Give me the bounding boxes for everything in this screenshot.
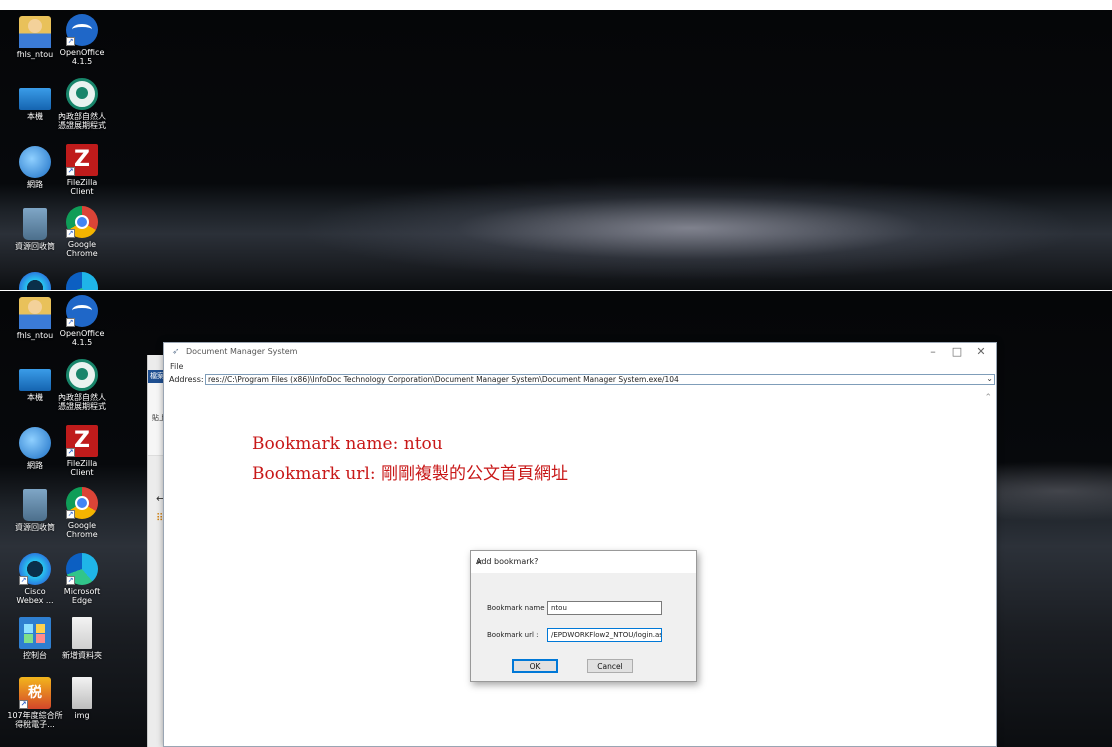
bookmark-url-value: /EPDWORKFlow2_NTOU/login.aspx — [551, 631, 662, 639]
desktop-icon-recycle-bin[interactable]: 資源回收筒 — [10, 489, 60, 532]
recycle-bin-icon — [23, 208, 47, 240]
edge-icon: ↗ — [66, 553, 98, 585]
user-folder-icon — [19, 16, 51, 48]
bookmark-url-label: Bookmark url : — [487, 631, 539, 639]
app-logo-icon: ➶ — [172, 347, 180, 357]
address-value: res://C:\Program Files (x86)\InfoDoc Tec… — [208, 375, 679, 384]
computer-icon — [19, 369, 51, 391]
minimize-button[interactable]: – — [922, 344, 944, 360]
filezilla-icon: Z ↗ — [66, 144, 98, 176]
shortcut-arrow-icon: ↗ — [66, 576, 75, 585]
desktop-icon-this-pc[interactable]: 本機 — [10, 363, 60, 402]
shortcut-arrow-icon: ↗ — [19, 700, 28, 709]
bookmark-name-value: ntou — [551, 604, 567, 612]
desktop-icon-openoffice[interactable]: ↗ OpenOffice 4.1.5 — [57, 295, 107, 347]
folder-icon — [72, 617, 92, 649]
desktop-icon-chrome[interactable]: ↗ Google Chrome — [57, 206, 107, 258]
edge-icon — [66, 272, 98, 290]
desktop-icon-new-folder[interactable]: 新增資料夾 — [57, 617, 107, 660]
desktop-icon-edge[interactable]: ↗ Microsoft Edge — [57, 553, 107, 605]
address-input[interactable]: res://C:\Program Files (x86)\InfoDoc Tec… — [205, 374, 995, 385]
instruction-line-1: Bookmark name: ntou — [252, 434, 443, 454]
desktop-icon-edge-partial[interactable] — [57, 272, 107, 290]
desktop-icon-openoffice[interactable]: ↗ OpenOffice 4.1.5 — [57, 14, 107, 66]
network-icon — [19, 146, 51, 178]
instruction-line-2: Bookmark url: 剛剛複製的公文首頁網址 — [252, 464, 568, 484]
add-bookmark-dialog[interactable]: Add bookmark? ✕ Bookmark name : ntou Boo… — [470, 550, 697, 682]
ok-button[interactable]: OK — [512, 659, 558, 673]
desktop-icon-img[interactable]: img — [57, 677, 107, 720]
desktop-icon-moi-certificate[interactable]: 內政部自然人憑證展期程式 — [57, 78, 107, 130]
desktop-icon-network[interactable]: 網路 — [10, 427, 60, 470]
desktop-icon-webex-partial[interactable] — [10, 272, 60, 290]
user-folder-icon — [19, 297, 51, 329]
tax-app-icon: 税 ↗ — [19, 677, 51, 709]
desktop-icon-filezilla[interactable]: Z ↗ FileZilla Client — [57, 144, 107, 196]
desktop-icon-fhls-ntou[interactable]: fhls_ntou — [10, 16, 60, 59]
desktop-icon-chrome[interactable]: ↗ Google Chrome — [57, 487, 107, 539]
bookmark-url-input[interactable]: /EPDWORKFlow2_NTOU/login.aspx — [547, 628, 662, 642]
desktop-icon-webex[interactable]: ↗ Cisco Webex ... — [10, 553, 60, 605]
openoffice-icon: ↗ — [66, 295, 98, 327]
window-title: Document Manager System — [186, 347, 298, 356]
chrome-icon: ↗ — [66, 206, 98, 238]
shortcut-arrow-icon: ↗ — [66, 167, 75, 176]
desktop-icon-filezilla[interactable]: Z ↗ FileZilla Client — [57, 425, 107, 477]
maximize-button[interactable]: □ — [946, 344, 968, 360]
document-manager-window[interactable]: ➶ Document Manager System – □ ✕ File Add… — [163, 342, 997, 747]
desktop-icon-recycle-bin[interactable]: 資源回收筒 — [10, 208, 60, 251]
desktop-icon-moi-certificate[interactable]: 內政部自然人憑證展期程式 — [57, 359, 107, 411]
bookmark-name-input[interactable]: ntou — [547, 601, 662, 615]
address-bar: Address: res://C:\Program Files (x86)\In… — [164, 374, 996, 386]
openoffice-icon: ↗ — [66, 14, 98, 46]
shortcut-arrow-icon: ↗ — [66, 318, 75, 327]
background-app-tab-label: 檔案 — [150, 372, 164, 380]
shortcut-arrow-icon: ↗ — [19, 576, 28, 585]
webex-icon — [19, 272, 51, 290]
desktop-icon-this-pc[interactable]: 本機 — [10, 82, 60, 121]
close-button[interactable]: ✕ — [970, 344, 992, 360]
shortcut-arrow-icon: ↗ — [66, 448, 75, 457]
chevron-down-icon[interactable]: ⌄ — [986, 375, 993, 383]
scroll-up-icon[interactable]: ⌃ — [984, 393, 992, 403]
shortcut-arrow-icon: ↗ — [66, 37, 75, 46]
desktop-icon-network[interactable]: 網路 — [10, 146, 60, 189]
control-panel-icon — [19, 617, 51, 649]
desktop-icon-tax-app[interactable]: 税 ↗ 107年度綜合所得稅電子... — [6, 677, 64, 729]
shortcut-arrow-icon: ↗ — [66, 510, 75, 519]
desktop-top: fhls_ntou ↗ OpenOffice 4.1.5 本機 內政部自然人憑證… — [0, 10, 1112, 290]
chrome-icon: ↗ — [66, 487, 98, 519]
menu-bar: File — [164, 361, 996, 373]
address-label: Address: — [169, 375, 204, 384]
menu-file[interactable]: File — [170, 362, 183, 371]
webex-icon: ↗ — [19, 553, 51, 585]
network-icon — [19, 427, 51, 459]
recycle-bin-icon — [23, 489, 47, 521]
dialog-close-icon[interactable]: ✕ — [476, 557, 690, 569]
filezilla-icon: Z ↗ — [66, 425, 98, 457]
dialog-titlebar: Add bookmark? ✕ — [471, 551, 696, 573]
cancel-button[interactable]: Cancel — [587, 659, 633, 673]
window-titlebar[interactable]: ➶ Document Manager System – □ ✕ — [164, 343, 996, 361]
bookmark-name-label: Bookmark name : — [487, 604, 550, 612]
desktop-icon-control-panel[interactable]: 控制台 — [10, 617, 60, 660]
shortcut-arrow-icon: ↗ — [66, 229, 75, 238]
desktop-icon-fhls-ntou[interactable]: fhls_ntou — [10, 297, 60, 340]
desktop-wallpaper — [0, 10, 1112, 290]
desktop-bottom: fhls_ntou 本機 網路 資源回收筒 ↗ Cisco Webex ... … — [0, 291, 1112, 747]
image-file-icon — [72, 677, 92, 709]
moi-certificate-icon — [66, 359, 98, 391]
moi-certificate-icon — [66, 78, 98, 110]
computer-icon — [19, 88, 51, 110]
